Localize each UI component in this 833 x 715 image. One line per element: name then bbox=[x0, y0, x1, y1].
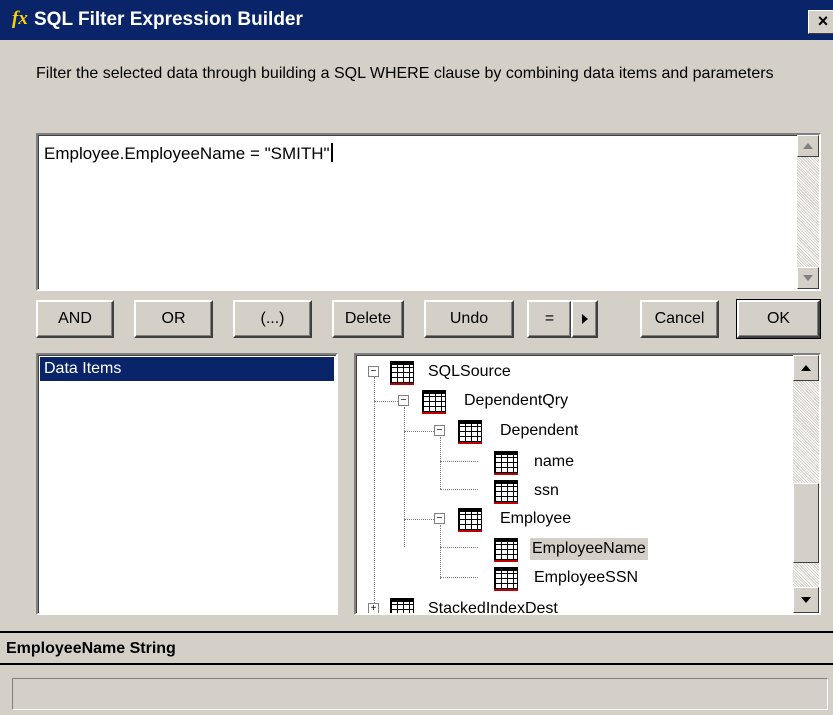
tree-node-ssn[interactable]: ssn bbox=[532, 480, 561, 502]
tree-scrollbar[interactable] bbox=[793, 355, 819, 613]
parentheses-button[interactable]: (...) bbox=[233, 300, 312, 338]
field-icon bbox=[494, 567, 518, 591]
tree-connector bbox=[404, 431, 434, 432]
scroll-down-button[interactable] bbox=[793, 587, 819, 613]
tree-connector bbox=[440, 461, 478, 462]
tree-node-employeename[interactable]: EmployeeName bbox=[530, 538, 648, 560]
fx-icon: fx bbox=[12, 8, 28, 29]
scroll-down-button[interactable] bbox=[797, 267, 819, 289]
scroll-thumb[interactable] bbox=[793, 483, 819, 563]
tree-connector bbox=[374, 377, 375, 613]
and-button[interactable]: AND bbox=[36, 300, 114, 338]
text-cursor bbox=[330, 143, 333, 162]
expand-icon[interactable]: + bbox=[368, 603, 379, 613]
table-icon bbox=[390, 361, 414, 385]
collapse-icon[interactable]: − bbox=[398, 395, 409, 406]
undo-button[interactable]: Undo bbox=[424, 300, 514, 338]
scroll-up-button[interactable] bbox=[793, 355, 819, 381]
table-icon bbox=[458, 420, 482, 444]
field-icon bbox=[494, 451, 518, 475]
expression-editor[interactable]: Employee.EmployeeName = "SMITH" bbox=[36, 133, 821, 291]
tree-node-name[interactable]: name bbox=[532, 451, 576, 473]
collapse-icon[interactable]: − bbox=[434, 425, 445, 436]
tree-node-sqlsource[interactable]: SQLSource bbox=[426, 361, 513, 383]
status-bar: EmployeeName String bbox=[0, 631, 833, 661]
description-text: Filter the selected data through buildin… bbox=[36, 65, 774, 82]
ok-button[interactable]: OK bbox=[736, 299, 821, 339]
arrow-right-icon bbox=[581, 314, 588, 324]
arrow-down-icon bbox=[801, 597, 811, 603]
secondary-status-panel bbox=[12, 678, 828, 710]
field-icon bbox=[494, 538, 518, 562]
or-button[interactable]: OR bbox=[134, 300, 213, 338]
tree-node-dependentqry[interactable]: DependentQry bbox=[462, 390, 570, 412]
secondary-status-area bbox=[0, 663, 833, 715]
tree-node-dependent[interactable]: Dependent bbox=[498, 420, 580, 442]
arrow-up-icon bbox=[803, 143, 813, 149]
arrow-up-icon bbox=[801, 365, 811, 371]
data-items-list[interactable]: Data Items bbox=[36, 353, 338, 615]
tree-connector bbox=[440, 577, 478, 578]
close-icon: × bbox=[817, 11, 829, 31]
cancel-button[interactable]: Cancel bbox=[640, 300, 719, 338]
close-button[interactable]: × bbox=[808, 10, 833, 34]
collapse-icon[interactable]: − bbox=[434, 513, 445, 524]
expression-text[interactable]: Employee.EmployeeName = "SMITH" bbox=[44, 143, 333, 164]
table-icon bbox=[422, 390, 446, 414]
tree-connector bbox=[404, 407, 405, 547]
collapse-icon[interactable]: − bbox=[368, 366, 379, 377]
tree-connector bbox=[440, 437, 441, 489]
tree-node-employee[interactable]: Employee bbox=[498, 508, 573, 530]
list-item-data-items[interactable]: Data Items bbox=[40, 357, 334, 381]
tree-connector bbox=[440, 489, 478, 490]
table-icon bbox=[458, 508, 482, 532]
data-tree[interactable]: − SQLSource − DependentQry − Dependent n… bbox=[354, 353, 821, 615]
tree-node-employeessn[interactable]: EmployeeSSN bbox=[532, 567, 640, 589]
operator-dropdown-button[interactable] bbox=[571, 300, 598, 338]
delete-button[interactable]: Delete bbox=[332, 300, 404, 338]
tree-connector bbox=[404, 519, 434, 520]
title-bar[interactable]: fx SQL Filter Expression Builder × bbox=[0, 0, 833, 40]
status-text: EmployeeName String bbox=[6, 640, 176, 657]
tree-connector bbox=[440, 547, 478, 548]
tree-node-stackedindexdest[interactable]: StackedIndexDest bbox=[426, 598, 560, 613]
scroll-up-button[interactable] bbox=[797, 135, 819, 157]
tree-connector bbox=[440, 525, 441, 579]
window-title: SQL Filter Expression Builder bbox=[34, 9, 303, 30]
field-icon bbox=[494, 480, 518, 504]
operator-button[interactable]: = bbox=[527, 300, 572, 338]
arrow-down-icon bbox=[803, 275, 813, 281]
table-icon bbox=[390, 598, 414, 613]
expression-scrollbar[interactable] bbox=[797, 135, 819, 289]
